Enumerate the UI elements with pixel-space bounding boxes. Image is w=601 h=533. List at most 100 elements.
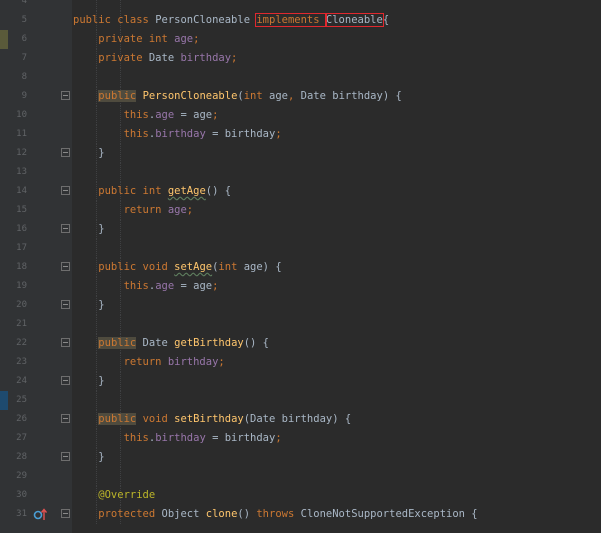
code-line[interactable]: 30 @Override — [0, 486, 601, 505]
code-line[interactable]: 19 this.age = age; — [0, 277, 601, 296]
fold-toggle-icon[interactable] — [61, 300, 70, 309]
code-token: PersonCloneable — [155, 14, 257, 26]
code-token: setBirthday — [174, 413, 244, 425]
code-text: public class PersonCloneable implements … — [73, 11, 389, 30]
code-text: } — [73, 372, 104, 391]
code-token: void — [142, 413, 175, 425]
code-token: ; — [193, 33, 200, 45]
line-number: 6 — [21, 34, 27, 44]
code-line[interactable]: 18 public void setAge(int age) { — [0, 258, 601, 277]
code-token: clone — [205, 508, 238, 520]
line-number: 20 — [16, 300, 27, 310]
code-token: ; — [218, 356, 225, 368]
code-token: ; — [186, 204, 194, 216]
code-text: private Date birthday; — [73, 49, 237, 68]
code-line[interactable]: 9 public PersonCloneable(int age, Date b… — [0, 87, 601, 106]
override-method-icon[interactable] — [33, 508, 47, 521]
code-line[interactable]: 28 } — [0, 448, 601, 467]
code-line[interactable]: 23 return birthday; — [0, 353, 601, 372]
code-line[interactable]: 14 public int getAge() { — [0, 182, 601, 201]
code-line[interactable]: 20 } — [0, 296, 601, 315]
code-line[interactable]: 22 public Date getBirthday() { — [0, 334, 601, 353]
code-token: age — [155, 109, 175, 121]
code-token: public — [73, 185, 143, 197]
code-line[interactable]: 15 return age; — [0, 201, 601, 220]
code-line[interactable]: 17 — [0, 239, 601, 258]
code-line[interactable]: 27 this.birthday = birthday; — [0, 429, 601, 448]
code-text: return age; — [73, 201, 194, 220]
code-line[interactable]: 26 public void setBirthday(Date birthday… — [0, 410, 601, 429]
code-line[interactable]: 7 private Date birthday; — [0, 49, 601, 68]
fold-toggle-icon[interactable] — [61, 186, 70, 195]
code-token: = birthday — [205, 432, 276, 444]
code-text: public Date getBirthday() { — [73, 334, 269, 353]
code-token: birthday — [180, 52, 232, 64]
indent-guide — [96, 0, 97, 11]
fold-toggle-icon[interactable] — [61, 262, 70, 271]
code-line[interactable]: 4 — [0, 0, 601, 11]
line-number: 23 — [16, 357, 27, 367]
line-number: 24 — [16, 376, 27, 386]
code-text: this.birthday = birthday; — [73, 429, 282, 448]
fold-toggle-icon[interactable] — [61, 509, 70, 518]
code-line[interactable]: 5 public class PersonCloneable implements… — [0, 11, 601, 30]
code-token: ; — [231, 52, 238, 64]
fold-toggle-icon[interactable] — [61, 414, 70, 423]
code-token: ; — [212, 280, 219, 292]
code-token: getAge — [167, 185, 206, 197]
code-line[interactable]: 11 this.birthday = birthday; — [0, 125, 601, 144]
line-number: 25 — [16, 395, 27, 405]
code-line[interactable]: 24 } — [0, 372, 601, 391]
code-token: public — [73, 261, 143, 273]
code-token: Object — [161, 508, 206, 520]
fold-toggle-icon[interactable] — [61, 224, 70, 233]
code-text: protected Object clone() throws CloneNot… — [73, 505, 477, 524]
code-token: protected — [73, 508, 162, 520]
fold-toggle-icon[interactable] — [61, 338, 70, 347]
change-marker — [0, 391, 8, 410]
code-token: ; — [212, 109, 219, 121]
code-editor[interactable]: 4 5 public class PersonCloneable implement… — [0, 0, 601, 533]
code-line[interactable]: 31 protected Object clone() throws Clone… — [0, 505, 601, 524]
code-line[interactable]: 12 } — [0, 144, 601, 163]
indent-guide — [96, 391, 97, 410]
code-token: return — [73, 204, 168, 216]
code-token: (Date birthday) { — [243, 413, 352, 425]
fold-toggle-icon[interactable] — [61, 376, 70, 385]
code-line[interactable]: 8 — [0, 68, 601, 87]
code-line[interactable]: 6 private int age; — [0, 30, 601, 49]
code-token: this — [73, 128, 149, 140]
code-token: throws — [256, 508, 301, 520]
code-line[interactable]: 10 this.age = age; — [0, 106, 601, 125]
code-token: birthday — [167, 356, 219, 368]
line-number: 9 — [21, 91, 27, 101]
code-line[interactable]: 25 — [0, 391, 601, 410]
code-token: } — [73, 147, 105, 159]
code-line[interactable]: 29 — [0, 467, 601, 486]
fold-toggle-icon[interactable] — [61, 452, 70, 461]
code-text: } — [73, 144, 105, 163]
fold-toggle-icon[interactable] — [61, 148, 70, 157]
code-token: = birthday — [205, 128, 276, 140]
code-text: @Override — [73, 486, 155, 505]
fold-toggle-icon[interactable] — [61, 91, 70, 100]
line-number: 19 — [16, 281, 27, 291]
code-line[interactable]: 16 } — [0, 220, 601, 239]
line-number: 12 — [16, 148, 27, 158]
code-token: Date — [148, 52, 181, 64]
line-number: 27 — [16, 433, 27, 443]
code-token: this — [73, 280, 149, 292]
code-token: public — [73, 14, 118, 26]
code-text: } — [73, 296, 104, 315]
code-line[interactable]: 21 — [0, 315, 601, 334]
indent-guide — [120, 315, 121, 334]
code-text: this.age = age; — [73, 277, 219, 296]
code-text: public int getAge() { — [73, 182, 231, 201]
change-marker — [0, 30, 8, 49]
indent-guide — [96, 163, 97, 182]
code-line[interactable]: 13 — [0, 163, 601, 182]
code-token: Cloneable — [324, 13, 384, 27]
indent-guide — [96, 467, 97, 486]
code-token: return — [73, 356, 168, 368]
